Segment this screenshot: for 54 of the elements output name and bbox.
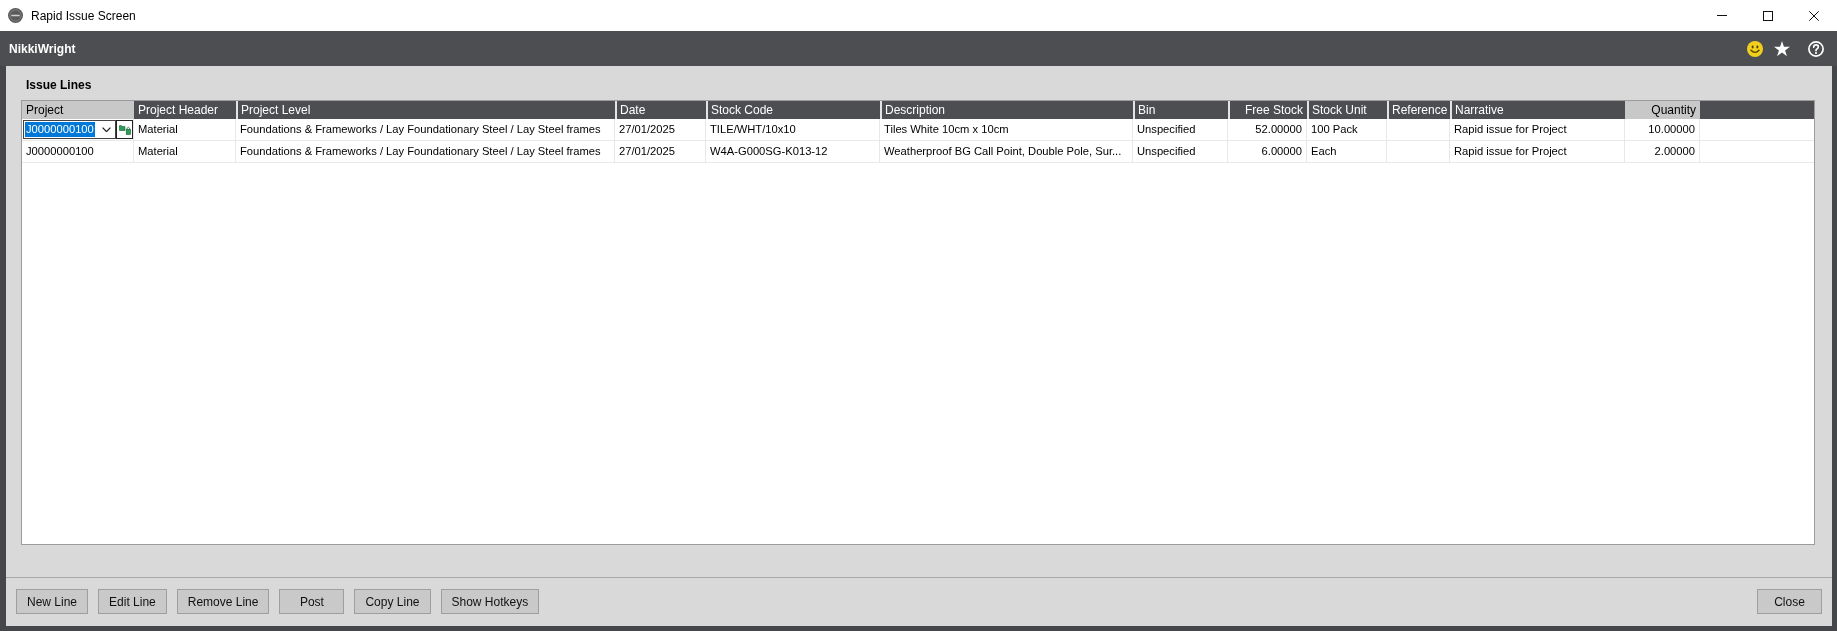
user-name: NikkiWright bbox=[9, 41, 76, 56]
table-cell: TILE/WHT/10x10 bbox=[706, 119, 880, 141]
new-line-button[interactable]: New Line bbox=[16, 589, 89, 614]
chevron-down-icon bbox=[102, 126, 111, 133]
table-cell: Material bbox=[134, 141, 236, 163]
close-button[interactable]: Close bbox=[1757, 589, 1822, 614]
table-cell: J0000000100 bbox=[22, 141, 134, 163]
table-cell: Rapid issue for Project bbox=[1450, 119, 1625, 141]
table-cell: Material bbox=[134, 119, 236, 141]
remove-line-button[interactable]: Remove Line bbox=[176, 589, 270, 614]
table-cell: Unspecified bbox=[1133, 141, 1228, 163]
table-cell: Each bbox=[1307, 141, 1387, 163]
help-icon[interactable] bbox=[1808, 40, 1824, 57]
table-cell: Weatherproof BG Call Point, Double Pole, Sur... bbox=[880, 141, 1133, 163]
edit-line-button[interactable]: Edit Line bbox=[98, 589, 167, 614]
close-icon bbox=[1809, 10, 1819, 21]
column-header[interactable]: Quantity bbox=[1625, 101, 1700, 119]
column-header[interactable]: Stock Code bbox=[706, 101, 880, 119]
window-title: Rapid Issue Screen bbox=[31, 8, 136, 23]
column-header[interactable]: Date bbox=[615, 101, 706, 119]
folder-icon bbox=[118, 124, 131, 135]
table-cell: 52.00000 bbox=[1228, 119, 1307, 141]
column-header[interactable]: Project Level bbox=[236, 101, 615, 119]
copy-line-button[interactable]: Copy Line bbox=[354, 589, 431, 614]
column-header[interactable]: Project Header bbox=[134, 101, 236, 119]
table-cell: 27/01/2025 bbox=[615, 141, 706, 163]
table-cell bbox=[1387, 119, 1450, 141]
section-title: Issue Lines bbox=[26, 77, 92, 93]
app-logo-icon bbox=[8, 8, 23, 23]
table-cell: Tiles White 10cm x 10cm bbox=[880, 119, 1133, 141]
table-cell: Rapid issue for Project bbox=[1450, 141, 1625, 163]
table-cell: 2.00000 bbox=[1625, 141, 1700, 163]
table-cell: Foundations & Frameworks / Lay Foundationary Steel / Lay Steel frames bbox=[236, 141, 615, 163]
post-button[interactable]: Post bbox=[279, 589, 345, 614]
column-header[interactable]: Free Stock bbox=[1228, 101, 1307, 119]
column-header[interactable]: Reference bbox=[1387, 101, 1450, 119]
table-cell: 100 Pack bbox=[1307, 119, 1387, 141]
table-cell: 10.00000 bbox=[1625, 119, 1700, 141]
table-cell: Unspecified bbox=[1133, 119, 1228, 141]
show-hotkeys-button[interactable]: Show Hotkeys bbox=[440, 589, 540, 614]
column-header[interactable]: Project bbox=[22, 101, 134, 119]
lookup-button[interactable] bbox=[116, 120, 133, 139]
table-cell: 6.00000 bbox=[1228, 141, 1307, 163]
star-icon[interactable] bbox=[1774, 40, 1790, 57]
table-cell: Foundations & Frameworks / Lay Foundationary Steel / Lay Steel frames bbox=[236, 119, 615, 141]
project-combobox[interactable]: J0000000100 bbox=[23, 120, 116, 139]
smiley-icon[interactable] bbox=[1747, 40, 1763, 57]
column-header[interactable]: Bin bbox=[1133, 101, 1228, 119]
table-cell: W4A-G000SG-K013-12 bbox=[706, 141, 880, 163]
maximize-icon bbox=[1763, 10, 1773, 21]
minimize-icon bbox=[1717, 15, 1727, 16]
column-header[interactable]: Stock Unit bbox=[1307, 101, 1387, 119]
column-header[interactable]: Description bbox=[880, 101, 1133, 119]
table-cell: 27/01/2025 bbox=[615, 119, 706, 141]
